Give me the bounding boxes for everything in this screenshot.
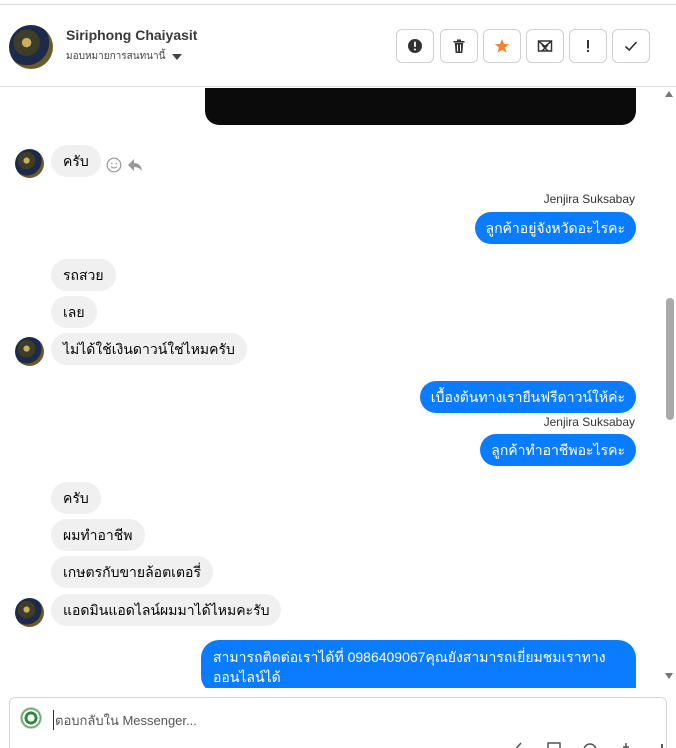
incoming-message[interactable]: ผมทำอาชีพ xyxy=(51,519,145,551)
incoming-message[interactable]: แอดมินแอดไลน์ผมมาได้ไหมคะรับ xyxy=(51,594,282,626)
outgoing-message[interactable]: เบื้องต้นทางเรายืนฟรีดาวน์ให้ค่ะ xyxy=(419,381,636,413)
message-line: สามารถติดต่อเราได้ที่ 0986409067คุณยังสา… xyxy=(213,649,606,665)
incoming-message[interactable]: ครับ xyxy=(51,482,101,514)
composer-toolbar xyxy=(510,740,670,748)
page-avatar xyxy=(20,707,42,729)
reply-composer xyxy=(9,697,667,748)
outgoing-message[interactable]: ลูกค้าอยู่จังหวัดอะไรคะ xyxy=(474,212,636,244)
contact-avatar xyxy=(15,337,44,366)
star-button[interactable] xyxy=(483,29,521,63)
contact-avatar xyxy=(15,598,44,627)
contact-name[interactable]: Siriphong Chaiyasit xyxy=(66,27,197,43)
exclamation-circle-icon xyxy=(408,39,422,53)
check-icon xyxy=(624,41,638,52)
scrollbar-thumb[interactable] xyxy=(666,298,674,420)
conversation-header: Siriphong Chaiyasit มอบหมายการสนทนานี้ xyxy=(0,4,676,87)
exclamation-icon xyxy=(587,40,589,52)
sender-name: Jenjira Suksabay xyxy=(543,415,635,429)
message-line: ออนไลน์ได้ xyxy=(213,669,281,685)
gif-icon[interactable] xyxy=(618,740,634,748)
alert-button[interactable] xyxy=(396,29,434,63)
assign-conversation-dropdown[interactable]: มอบหมายการสนทนานี้ xyxy=(66,49,183,64)
incoming-message[interactable]: รถสวย xyxy=(51,259,116,291)
reply-input[interactable] xyxy=(53,710,613,730)
incoming-message[interactable]: ไม่ได้ใช้เงินดาวน์ใช่ไหมครับ xyxy=(51,333,247,365)
trash-icon xyxy=(453,39,465,53)
envelope-x-icon xyxy=(537,40,553,52)
incoming-message[interactable]: ครับ xyxy=(51,145,101,177)
sender-name: Jenjira Suksabay xyxy=(543,192,635,206)
incoming-message[interactable]: เกษตรกับขายล้อตเตอรี่ xyxy=(51,556,213,588)
outgoing-message[interactable]: ลูกค้าทำอาชีพอะไรคะ xyxy=(480,434,636,466)
messenger-inbox: Siriphong Chaiyasit มอบหมายการสนทนานี้ ค… xyxy=(0,0,676,748)
assign-label: มอบหมายการสนทนานี้ xyxy=(66,51,166,62)
like-icon[interactable] xyxy=(654,740,670,748)
incoming-message[interactable]: เลย xyxy=(51,296,97,328)
image-icon[interactable] xyxy=(546,740,562,748)
video-attachment[interactable] xyxy=(205,88,636,125)
message-thread[interactable]: ครับ Jenjira Suksabay ลูกค้าอยู่จังหวัดอ… xyxy=(0,88,676,688)
done-button[interactable] xyxy=(612,29,650,63)
paperclip-icon[interactable] xyxy=(510,740,526,748)
delete-button[interactable] xyxy=(440,29,478,63)
mark-unread-button[interactable] xyxy=(526,29,564,63)
chevron-down-icon xyxy=(172,53,183,60)
outgoing-message[interactable]: สามารถติดต่อเราได้ที่ 0986409067คุณยังสา… xyxy=(201,640,636,688)
scroll-down-arrow-icon[interactable] xyxy=(665,673,673,679)
smiley-react-icon[interactable] xyxy=(106,157,122,173)
scroll-up-arrow-icon[interactable] xyxy=(665,91,673,97)
contact-avatar[interactable] xyxy=(9,25,53,69)
emoji-icon[interactable] xyxy=(582,740,598,748)
contact-avatar xyxy=(15,149,44,178)
spam-button[interactable] xyxy=(569,29,607,63)
star-icon xyxy=(494,39,510,53)
reply-icon[interactable] xyxy=(127,157,143,173)
